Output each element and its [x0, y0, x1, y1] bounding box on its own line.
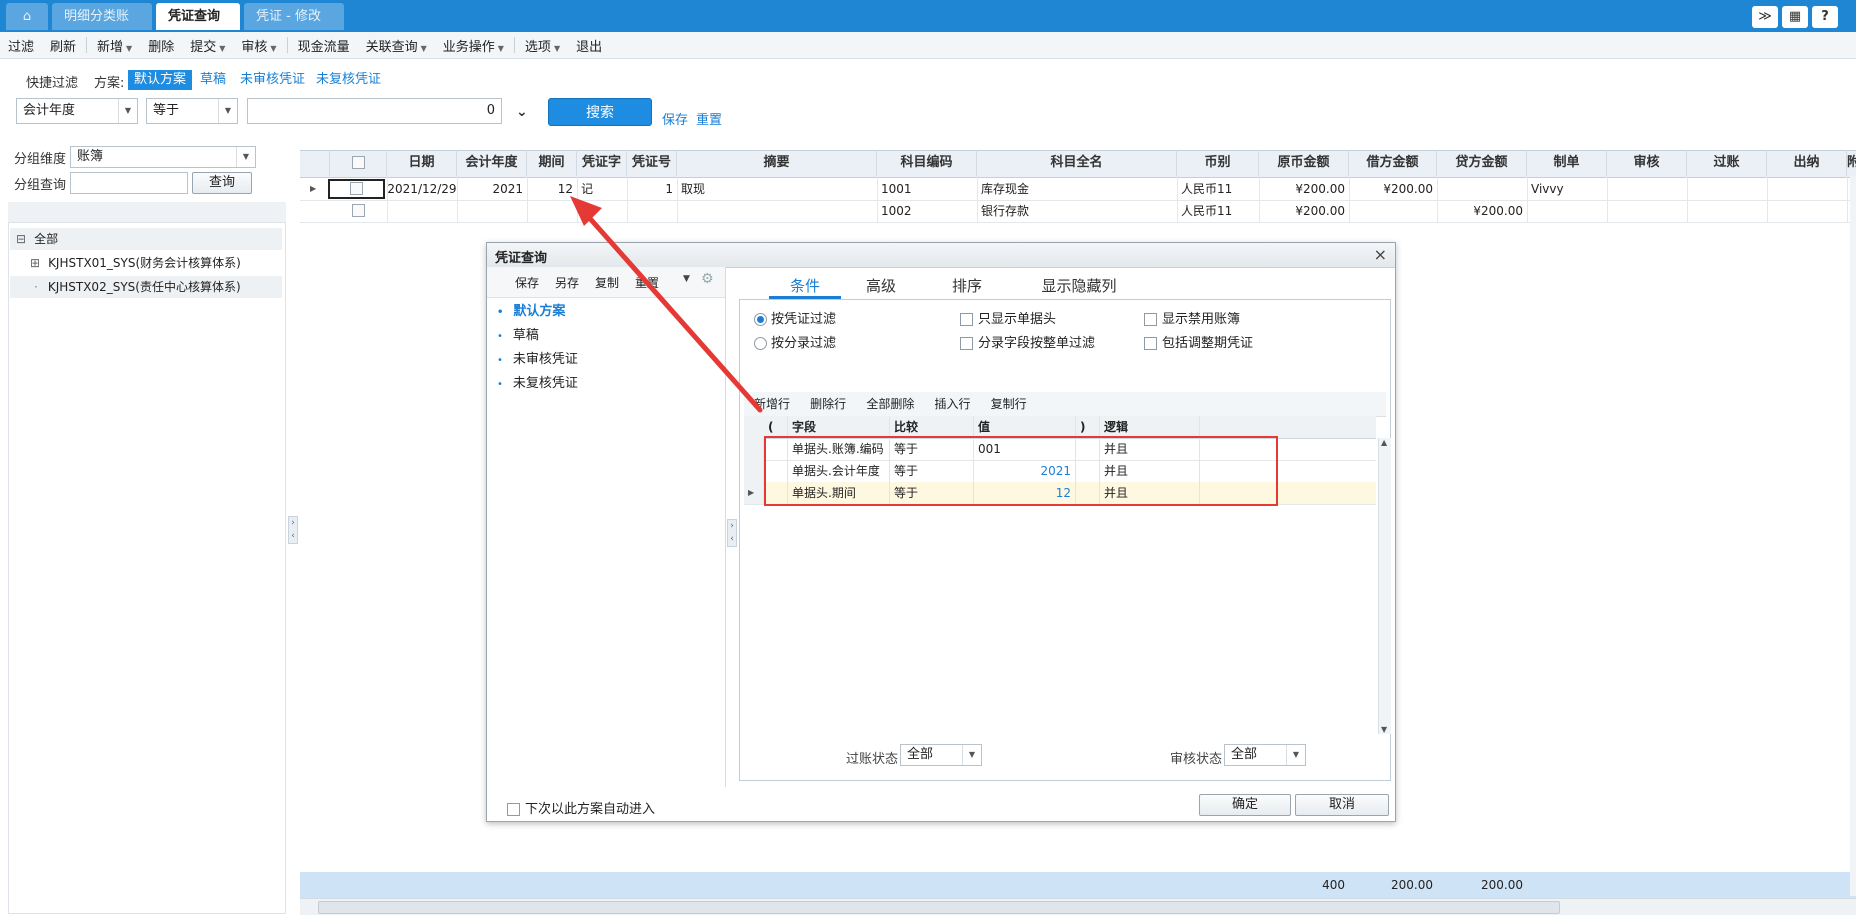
annotation-arrow — [570, 196, 763, 413]
